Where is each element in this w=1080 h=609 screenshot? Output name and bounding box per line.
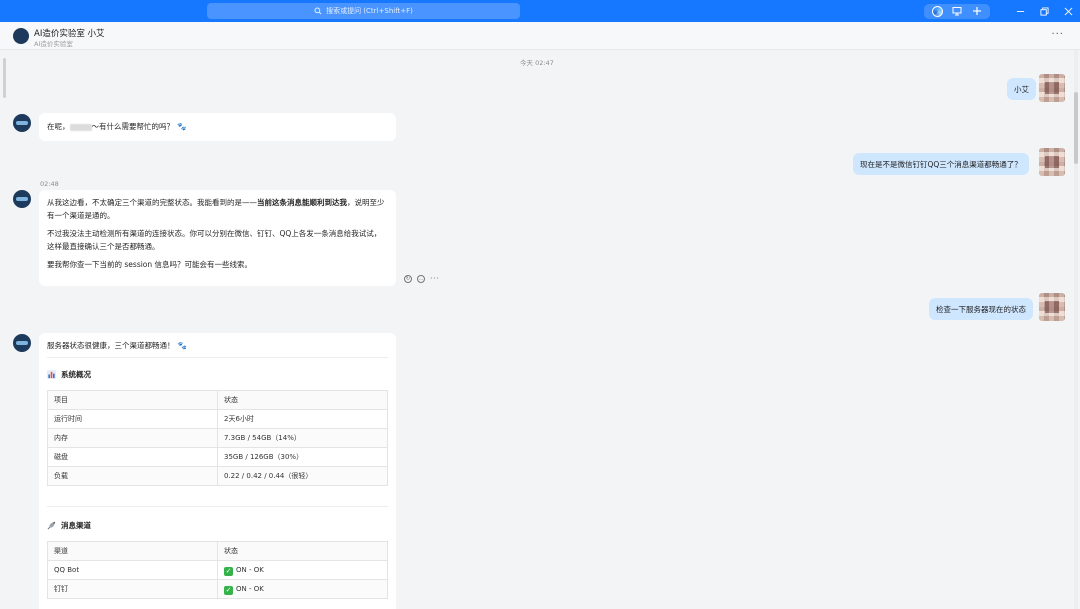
- bot-message[interactable]: 从我这边看，不太确定三个渠道的完整状态。我能看到的是——当前这条消息能顺利到达我…: [39, 190, 396, 286]
- minimize-icon: [1016, 10, 1024, 12]
- bot-message-text: 在呢，: [47, 122, 70, 131]
- user-message[interactable]: 检查一下服务器现在的状态: [929, 298, 1033, 320]
- chat-header: AI造价实验室 小艾 AI造价实验室 ···: [0, 22, 1080, 50]
- check-icon: ✓: [224, 566, 233, 576]
- timestamp: 今天 02:47: [520, 59, 554, 67]
- table-cell: 内存: [47, 428, 218, 448]
- table-row: 磁盘 35GB / 126GB（30%）: [47, 447, 388, 467]
- table-cell: ✓ ON - OK: [217, 579, 388, 599]
- user-message[interactable]: 现在是不是微信钉钉QQ三个消息渠道都畅通了？: [853, 153, 1029, 175]
- bot-avatar[interactable]: [13, 114, 31, 132]
- table-header: 状态: [217, 390, 388, 410]
- section-title: 系统概况: [47, 368, 388, 381]
- redacted-name: [69, 123, 92, 131]
- plus-icon: [973, 7, 981, 15]
- table-row: 钉钉 ✓ ON - OK: [47, 579, 388, 599]
- bot-paragraph: 不过我没法主动检测所有渠道的连接状态。你可以分别在微信、钉钉、QQ上各发一条消息…: [47, 229, 382, 251]
- channel-table: 渠道 状态 QQ Bot ✓ ON - OK 钉钉 ✓ ON - OK: [47, 541, 388, 599]
- bar-chart-icon: [47, 370, 56, 379]
- toolbar-group: [924, 3, 990, 19]
- message-actions: ↻ … ···: [404, 274, 439, 283]
- table-row: 负载 0.22 / 0.42 / 0.44（很轻）: [47, 466, 388, 486]
- timestamp: 02:48: [40, 180, 59, 188]
- table-cell: ✓ ON - OK: [217, 560, 388, 580]
- satellite-icon: [47, 521, 56, 530]
- paw-emoji: 🐾: [177, 341, 187, 350]
- ai-assistant-icon: [931, 5, 943, 17]
- bot-message-text: ～有什么需要帮忙的吗？: [91, 122, 175, 131]
- more-options-icon[interactable]: ···: [1051, 29, 1064, 40]
- bot-avatar[interactable]: [13, 190, 31, 208]
- section-title: 消息渠道: [47, 519, 388, 532]
- chat-subtitle: AI造价实验室: [34, 40, 73, 48]
- screen-button[interactable]: [949, 4, 965, 18]
- retry-icon[interactable]: ↻: [404, 274, 412, 283]
- restore-button[interactable]: [1032, 0, 1056, 22]
- user-avatar[interactable]: [1039, 293, 1065, 321]
- table-cell: 35GB / 126GB（30%）: [217, 447, 388, 467]
- system-table: 项目 状态 运行时间 2天6小时 内存 7.3GB / 54GB（14%） 磁盘 35…: [47, 390, 388, 486]
- table-cell: 0.22 / 0.42 / 0.44（很轻）: [217, 466, 388, 486]
- monitor-icon: [952, 7, 962, 16]
- table-cell: 7.3GB / 54GB（14%）: [217, 428, 388, 448]
- comment-icon[interactable]: …: [417, 274, 425, 283]
- left-scroll-indicator: [3, 58, 6, 98]
- table-cell: 钉钉: [47, 579, 218, 599]
- close-icon: [1064, 7, 1072, 15]
- bot-message[interactable]: 服务器状态很健康，三个渠道都畅通！ 🐾 系统概况 项目 状态 运行时间 2天6小时 …: [39, 333, 396, 609]
- global-search[interactable]: 搜索或提问 (Ctrl+Shift+F): [207, 3, 520, 19]
- bot-avatar[interactable]: [13, 334, 31, 352]
- bot-paragraph: 从我这边看，不太确定三个渠道的完整状态。我能看到的是——当前这条消息能顺利到达我…: [47, 198, 385, 220]
- scrollbar-thumb[interactable]: [1074, 92, 1078, 164]
- more-icon[interactable]: ···: [430, 274, 439, 283]
- ai-assistant-button[interactable]: [929, 4, 945, 18]
- user-avatar[interactable]: [1039, 148, 1065, 176]
- table-row: 运行时间 2天6小时: [47, 409, 388, 429]
- user-message[interactable]: 小艾: [1007, 78, 1036, 100]
- bold-text: 当前这条消息能顺利到达我: [257, 198, 347, 207]
- paw-emoji: 🐾: [177, 122, 187, 131]
- table-row: 内存 7.3GB / 54GB（14%）: [47, 428, 388, 448]
- check-icon: ✓: [224, 585, 233, 595]
- title-bar: 搜索或提问 (Ctrl+Shift+F): [0, 0, 1080, 22]
- table-cell: 运行时间: [47, 409, 218, 429]
- divider: [47, 506, 388, 507]
- table-row: QQ Bot ✓ ON - OK: [47, 560, 388, 580]
- table-cell: 负载: [47, 466, 218, 486]
- search-placeholder: 搜索或提问 (Ctrl+Shift+F): [326, 7, 413, 15]
- add-button[interactable]: [969, 4, 985, 18]
- restore-icon: [1039, 6, 1049, 16]
- bot-paragraph: 服务器状态很健康，三个渠道都畅通！ 🐾: [47, 341, 187, 350]
- bot-avatar[interactable]: [13, 28, 29, 44]
- table-header: 状态: [217, 541, 388, 561]
- table-cell: QQ Bot: [47, 560, 218, 580]
- bot-message[interactable]: 在呢， ～有什么需要帮忙的吗？ 🐾: [39, 113, 396, 141]
- minimize-button[interactable]: [1008, 0, 1032, 22]
- table-header: 项目: [47, 390, 218, 410]
- message-list[interactable]: 今天 02:47 小艾 在呢， ～有什么需要帮忙的吗？ 🐾 现在是不是微信钉钉QQ三…: [0, 50, 1080, 609]
- close-button[interactable]: [1056, 0, 1080, 22]
- table-header: 渠道: [47, 541, 218, 561]
- divider: [47, 357, 388, 358]
- user-avatar[interactable]: [1039, 74, 1065, 102]
- table-cell: 2天6小时: [217, 409, 388, 429]
- table-cell: 磁盘: [47, 447, 218, 467]
- bot-paragraph: 要我帮你查一下当前的 session 信息吗？可能会有一些线索。: [47, 260, 253, 269]
- scrollbar[interactable]: [1074, 50, 1078, 609]
- search-icon: [314, 7, 322, 15]
